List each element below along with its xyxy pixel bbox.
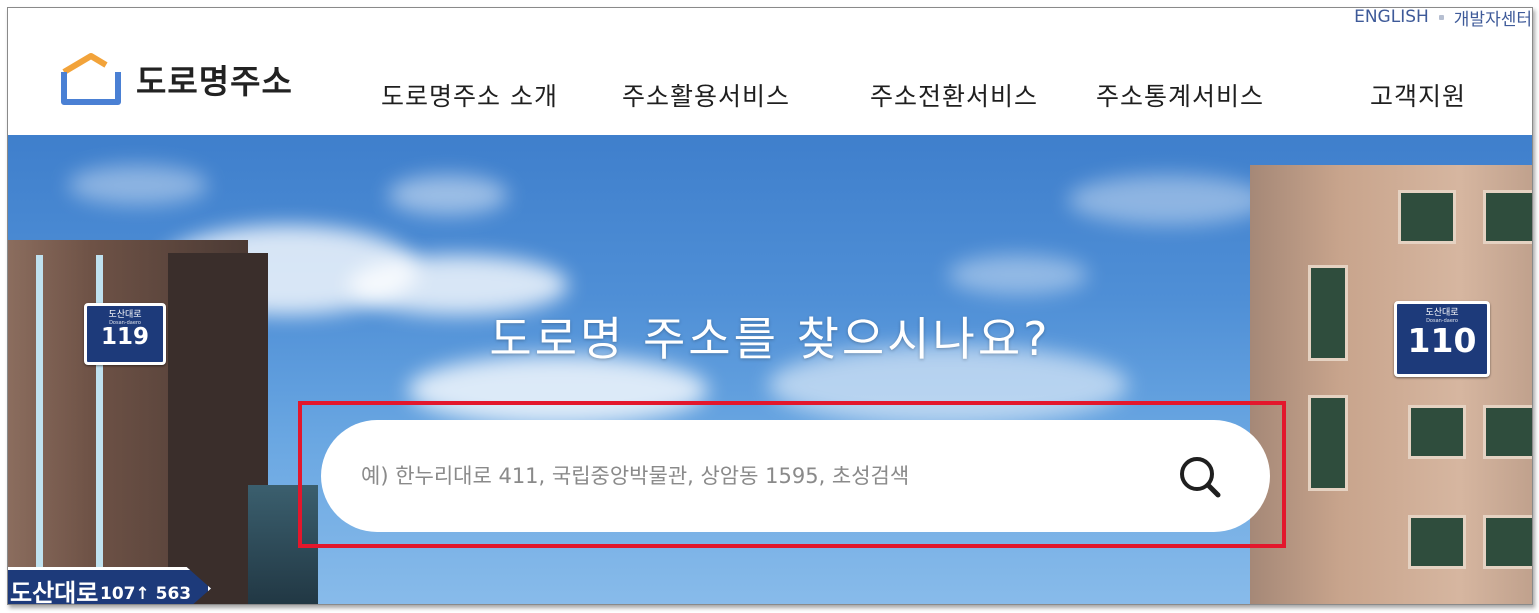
building-window [1408,405,1466,459]
developer-center-link[interactable]: 개발자센터 [1454,8,1532,30]
cloud [948,255,1088,295]
hero-banner: 도산대로 Dosan-daero 119 도산대로 Dosan-daero 11… [8,135,1532,605]
utility-links: ENGLISH 개발자센터 [1354,8,1532,30]
building-window [1483,515,1532,569]
nav-customer-support[interactable]: 고객지원 [1370,77,1466,113]
logo-text: 도로명주소 [136,62,293,101]
nav-statistics-service[interactable]: 주소통계서비스 [1096,77,1264,113]
building-window [1483,405,1532,459]
site-logo[interactable]: 도로명주소 [60,52,293,106]
separator-dot [1438,14,1444,20]
cloud [68,165,208,205]
building-window [1408,515,1466,569]
building-window [1398,190,1456,244]
address-search-bar [321,420,1270,532]
nav-intro[interactable]: 도로명주소 소개 [381,77,558,113]
cloud [1068,175,1268,225]
road-sign-number: 107↑ 563 [100,584,192,604]
search-icon[interactable] [1176,453,1224,501]
english-link[interactable]: ENGLISH [1354,8,1429,27]
house-logo-icon [61,53,121,105]
building-window [1483,190,1532,244]
nav-conversion-service[interactable]: 주소전환서비스 [870,77,1038,113]
nav-utilization-service[interactable]: 주소활용서비스 [622,77,790,113]
building-window [1308,395,1348,491]
hero-title: 도로명 주소를 찾으시나요? [489,312,1051,366]
site-header: ENGLISH 개발자센터 도로명주소 도로명주소 소개 주소활용서비스 주소전… [8,8,1532,135]
road-sign-name: 도산대로 [10,579,99,605]
road-direction-sign: 도산대로 107↑ 563 [8,567,211,605]
browser-viewport: ENGLISH 개발자센터 도로명주소 도로명주소 소개 주소활용서비스 주소전… [7,7,1533,605]
cloud [388,175,508,215]
address-search-input[interactable] [359,450,1143,502]
